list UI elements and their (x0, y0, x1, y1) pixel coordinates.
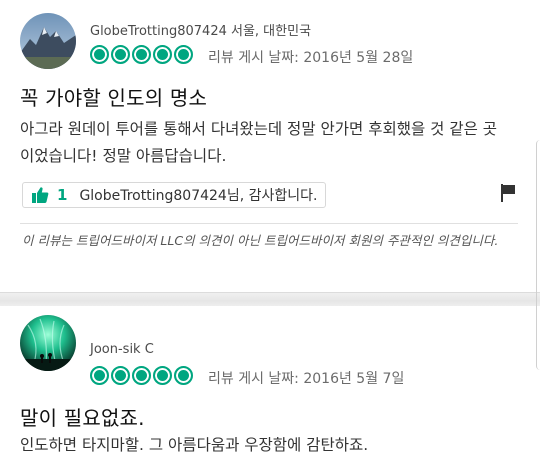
mountain-avatar-image (20, 13, 76, 69)
reviewer-name[interactable]: Joon-sik C (90, 342, 154, 357)
review-disclaimer: 이 리뷰는 트립어드바이저 LLC의 의견이 아닌 트립어드바이저 회원의 주관… (22, 233, 499, 248)
rating-bubble-icon (174, 366, 193, 385)
rating-bubble-icon (132, 45, 151, 64)
rating-bubbles (90, 45, 193, 64)
avatar[interactable] (20, 13, 76, 69)
reviewer-username[interactable]: Joon-sik C (90, 342, 154, 357)
thanks-button[interactable]: 1 GlobeTrotting807424님, 감사합니다. (22, 182, 327, 208)
rating-bubbles (90, 366, 193, 385)
rating-bubble-icon (132, 366, 151, 385)
review-date: 리뷰 게시 날짜: 2016년 5월 28일 (208, 50, 414, 66)
review-body: 아그라 원데이 투어를 통해서 다녀왔는데 정말 안가면 후회했을 것 같은 곳… (20, 120, 498, 165)
flag-icon[interactable] (499, 183, 517, 203)
rating-bubble-icon (153, 45, 172, 64)
rating-bubble-icon (111, 45, 130, 64)
review-title[interactable]: 꼭 가야할 인도의 명소 (20, 82, 207, 111)
avatar[interactable] (20, 315, 76, 371)
review-card-2: Joon-sik C 리뷰 게시 날짜: 2016년 5월 7일 말이 필요없죠… (0, 306, 540, 460)
review-date: 리뷰 게시 날짜: 2016년 5월 7일 (208, 371, 405, 387)
rating-bubble-icon (174, 45, 193, 64)
rating-bubble-icon (153, 366, 172, 385)
divider (20, 223, 518, 224)
reviewer-name[interactable]: GlobeTrotting807424 서울, 대한민국 (90, 20, 311, 39)
reviewer-username[interactable]: GlobeTrotting807424 (90, 24, 227, 39)
thanks-count: 1 (57, 186, 68, 204)
reviewer-location: 서울, 대한민국 (231, 24, 312, 39)
review-separator (0, 292, 540, 306)
review-body: 인도하면 타지마할. 그 아름다움과 우장함에 감탄하죠. (20, 436, 369, 454)
aurora-avatar-image (20, 315, 76, 371)
review-card-1: GlobeTrotting807424 서울, 대한민국 리뷰 게시 날짜: 2… (0, 0, 540, 292)
thumbs-up-icon (32, 187, 49, 203)
rating-bubble-icon (111, 366, 130, 385)
rating-bubble-icon (90, 366, 109, 385)
scrollbar-edge (536, 140, 540, 370)
thanks-text: GlobeTrotting807424님, 감사합니다. (79, 188, 318, 204)
rating-bubble-icon (90, 45, 109, 64)
review-title[interactable]: 말이 필요없죠. (20, 402, 145, 431)
